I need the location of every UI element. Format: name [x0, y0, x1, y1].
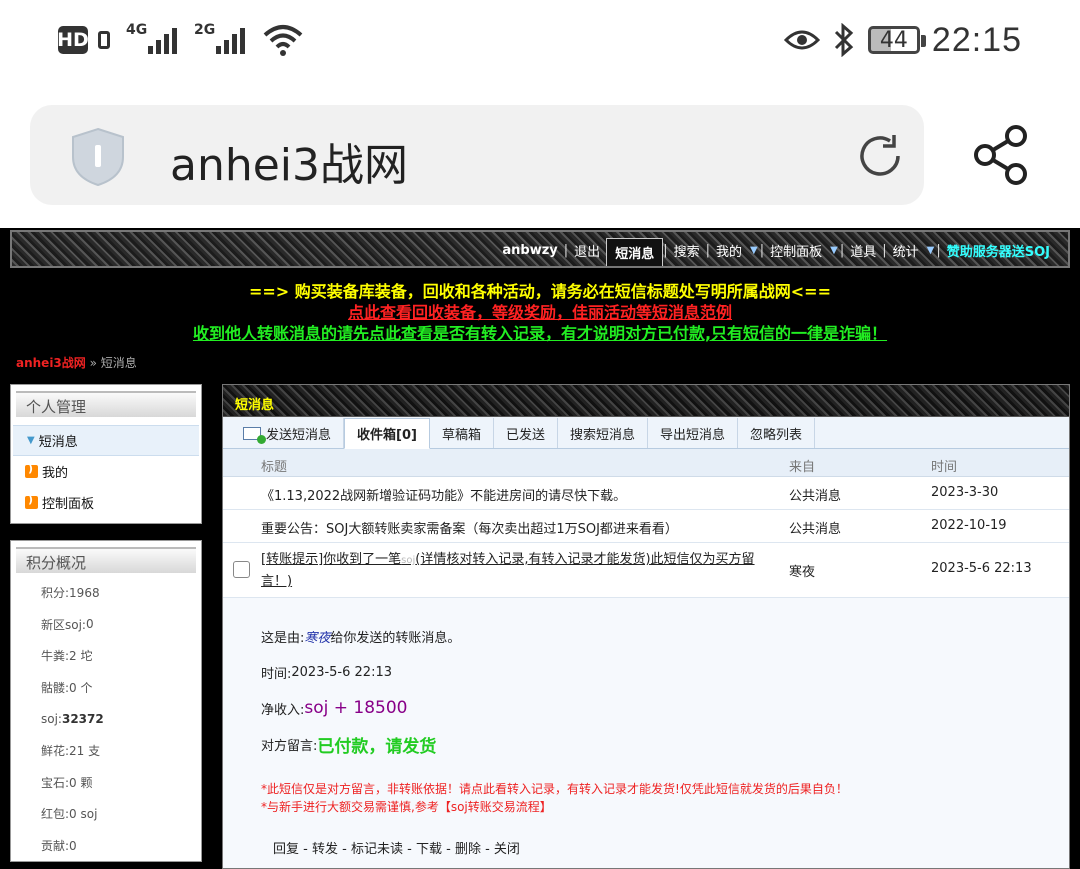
message-checkbox[interactable] [233, 561, 250, 578]
share-icon[interactable] [972, 124, 1030, 186]
stat-skull: 骷髅: 0 个 [41, 681, 93, 696]
detail-message: 已付款，请发货 [317, 736, 437, 757]
message-from: 公共消息 [789, 489, 842, 504]
personal-menu: 个人管理 ▼ 短消息 我的 控制面板 [10, 384, 202, 524]
clock: 22:15 [931, 20, 1022, 59]
battery-icon: 44 [867, 26, 926, 54]
detail-sender-line: 这是由: 寒夜 给你发送的转账消息。 [261, 618, 1031, 654]
breadcrumb-current: 短消息 [100, 356, 137, 370]
dropdown-arrow-icon[interactable]: ▼ [828, 245, 840, 256]
rss-icon [25, 462, 38, 478]
points-overview: 积分概况 积分: 1968 新区soj: 0 牛粪: 2 坨 骷髅: 0 个 s… [10, 540, 202, 862]
delete-link[interactable]: 删除 [455, 842, 481, 857]
rss-icon [25, 493, 38, 509]
detail-time-line: 时间: 2023-5-6 22:13 [261, 664, 392, 682]
close-link[interactable]: 关闭 [494, 842, 520, 857]
message-from: 寒夜 [789, 565, 816, 580]
signal-4g-icon: 4G [126, 22, 178, 58]
stat-dung: 牛粪: 2 坨 [41, 649, 93, 664]
nav-mine[interactable]: 我的 [710, 241, 748, 260]
stat-soj: soj: 32372 [41, 712, 104, 727]
dropdown-arrow-icon[interactable]: ▼ [925, 245, 937, 256]
message-title[interactable]: [转账提示]你收到了一笔soj(详情核对转入记录,有转入记录才能发货)此短信仅为… [261, 549, 781, 592]
stat-gem: 宝石: 0 颗 [41, 775, 93, 790]
detail-message-line: 对方留言: 已付款，请发货 [261, 726, 1031, 762]
shield-icon[interactable] [70, 127, 126, 187]
stat-redpacket: 红包: 0 soj [41, 806, 98, 822]
sidebar-item-messages[interactable]: ▼ 短消息 [13, 425, 199, 456]
bluetooth-icon [834, 23, 854, 57]
nav-tools[interactable]: 道具 [844, 241, 882, 260]
tab-export[interactable]: 导出短消息 [648, 418, 739, 448]
detail-warning: *此短信仅是对方留言，非转账依据！请点此看转入记录，有转入记录才能发货!仅凭此短… [261, 782, 848, 814]
nav-sponsor[interactable]: 赞助服务器送SOJ [941, 241, 1056, 260]
points-overview-title: 积分概况 [16, 547, 196, 573]
message-time: 2023-3-30 [931, 485, 999, 500]
message-time: 2023-5-6 22:13 [931, 561, 1032, 576]
tab-ignore[interactable]: 忽略列表 [738, 418, 816, 448]
status-bar: HD 4G 2G 44 22:15 [0, 0, 1080, 82]
stat-new-soj: 新区soj: 0 [41, 617, 94, 632]
triangle-down-icon: ▼ [27, 435, 35, 446]
eye-icon [783, 30, 820, 50]
forward-link[interactable]: 转发 [312, 842, 338, 857]
mark-unread-link[interactable]: 标记未读 [351, 842, 403, 857]
table-row[interactable]: [转账提示]你收到了一笔soj(详情核对转入记录,有转入记录才能发货)此短信仅为… [223, 543, 1069, 598]
stat-points: 积分: 1968 [41, 585, 100, 601]
nav-username[interactable]: anbwzy [496, 243, 563, 258]
personal-menu-title: 个人管理 [16, 391, 196, 417]
signal-2g-icon: 2G [194, 22, 246, 58]
wifi-icon [263, 25, 303, 56]
reply-link[interactable]: 回复 [273, 842, 299, 857]
address-bar[interactable]: anhei3战网 [30, 105, 924, 205]
tab-search[interactable]: 搜索短消息 [558, 418, 648, 448]
reload-icon[interactable] [856, 133, 906, 179]
top-nav: anbwzy | 退出 短消息 | 搜索 | 我的 ▼ | 控制面板 ▼ | 道… [10, 230, 1070, 268]
message-actions: 回复 - 转发 - 标记未读 - 下载 - 删除 - 关闭 [273, 842, 520, 857]
breadcrumb-home[interactable]: anhei3战网 [16, 356, 86, 370]
table-header: 标题 来自 时间 [223, 449, 1069, 477]
stat-contribution: 贡献: 0 [41, 838, 77, 854]
table-row[interactable]: 重要公告：SOJ大额转账卖家需备案（每次卖出超过1万SOJ都进来看看） 公共消息… [223, 510, 1069, 543]
messages-panel: 短消息 发送短消息 收件箱[0] 草稿箱 已发送 搜索短消息 导出短消息 忽略列… [222, 384, 1070, 869]
detail-income-line: 净收入: soj + 18500 [261, 698, 408, 718]
sidebar-item-mine[interactable]: 我的 [11, 456, 201, 487]
tab-inbox[interactable]: 收件箱[0] [344, 418, 430, 449]
address-text[interactable]: anhei3战网 [170, 129, 408, 193]
panel-header: 短消息 [223, 385, 1069, 417]
hd-icon: HD [57, 26, 89, 54]
sidebar-item-control-panel[interactable]: 控制面板 [11, 487, 201, 518]
forum-page: anbwzy | 退出 短消息 | 搜索 | 我的 ▼ | 控制面板 ▼ | 道… [0, 228, 1080, 869]
nav-messages[interactable]: 短消息 [606, 238, 664, 266]
message-from: 公共消息 [789, 522, 842, 537]
nav-control-panel[interactable]: 控制面板 [764, 241, 828, 260]
message-tabs: 发送短消息 收件箱[0] 草稿箱 已发送 搜索短消息 导出短消息 忽略列表 [223, 417, 1069, 449]
message-title[interactable]: 重要公告：SOJ大额转账卖家需备案（每次卖出超过1万SOJ都进来看看） [261, 518, 781, 537]
nav-stats[interactable]: 统计 [887, 241, 925, 260]
nav-logout[interactable]: 退出 [568, 241, 606, 260]
download-link[interactable]: 下载 [416, 842, 442, 857]
dropdown-arrow-icon[interactable]: ▼ [748, 245, 760, 256]
detail-income: soj + 18500 [304, 698, 408, 718]
browser-toolbar: anhei3战网 [0, 82, 1080, 228]
notice-link-3[interactable]: 收到他人转账消息的请先点此查看是否有转入记录，有才说明对方已付款,只有短信的一律… [0, 320, 1080, 344]
message-detail: 这是由: 寒夜 给你发送的转账消息。 时间: 2023-5-6 22:13 净收入… [223, 598, 1069, 869]
tab-send[interactable]: 发送短消息 [231, 418, 345, 448]
tab-sent[interactable]: 已发送 [494, 418, 558, 448]
table-row[interactable]: 《1.13,2022战网新增验证码功能》不能进房间的请尽快下载。 公共消息 20… [223, 477, 1069, 510]
sim-icon [98, 31, 110, 49]
tab-drafts[interactable]: 草稿箱 [430, 418, 494, 448]
detail-sender[interactable]: 寒夜 [304, 627, 330, 646]
stat-flower: 鲜花: 21 支 [41, 744, 101, 759]
mail-send-icon [243, 426, 266, 444]
nav-search[interactable]: 搜索 [668, 241, 706, 260]
message-title[interactable]: 《1.13,2022战网新增验证码功能》不能进房间的请尽快下载。 [261, 485, 781, 504]
message-time: 2022-10-19 [931, 518, 1007, 533]
breadcrumb: anhei3战网 » 短消息 [16, 356, 137, 370]
